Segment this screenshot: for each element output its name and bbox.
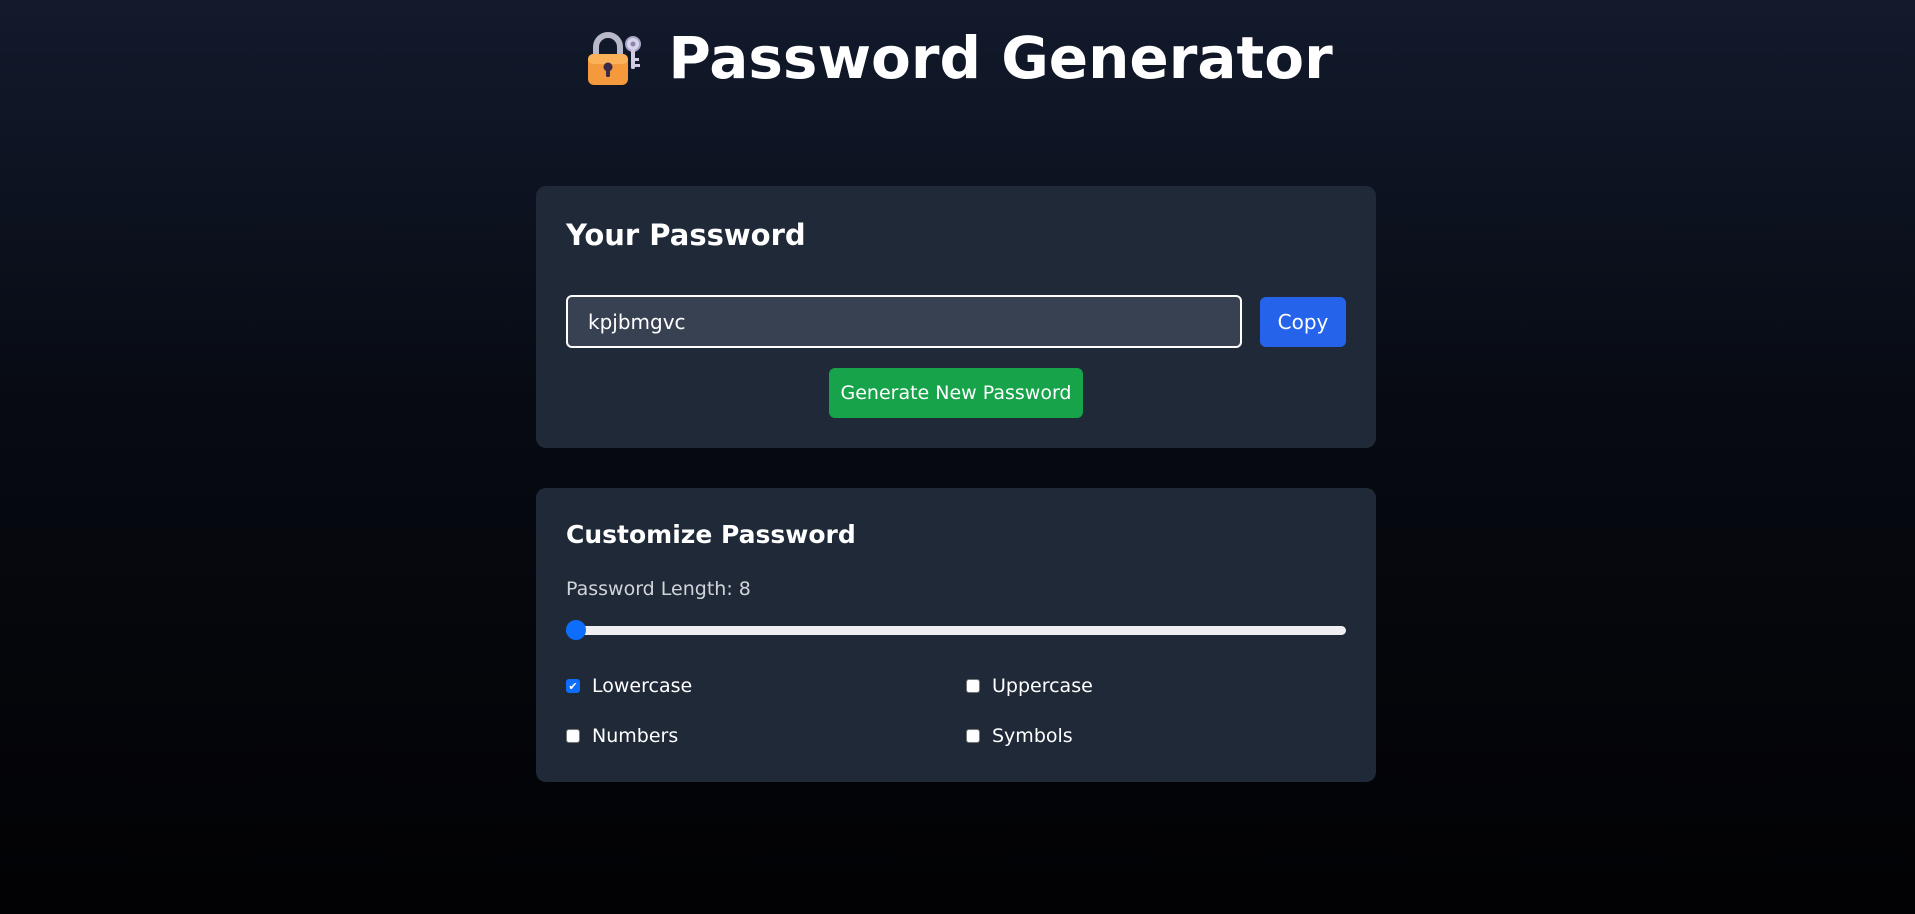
- lock-with-key-icon: [582, 27, 644, 89]
- page-header: Password Generator: [0, 22, 1915, 94]
- option-label: Lowercase: [592, 675, 693, 697]
- generate-password-button[interactable]: Generate New Password: [829, 368, 1083, 418]
- password-card: Your Password Copy Generate New Password: [536, 186, 1376, 448]
- customize-card-heading: Customize Password: [566, 520, 856, 549]
- option-label: Numbers: [592, 725, 679, 747]
- symbols-checkbox[interactable]: [966, 729, 980, 743]
- slider-track: [566, 626, 1346, 635]
- password-output-field[interactable]: [566, 295, 1242, 348]
- option-numbers[interactable]: Numbers: [566, 725, 678, 747]
- password-length-label: Password Length: 8: [566, 578, 751, 600]
- lowercase-checkbox[interactable]: ✔: [566, 679, 580, 693]
- page-title: Password Generator: [668, 24, 1333, 92]
- option-label: Symbols: [992, 725, 1073, 747]
- password-card-heading: Your Password: [566, 218, 806, 252]
- option-uppercase[interactable]: Uppercase: [966, 675, 1093, 697]
- password-length-slider[interactable]: [566, 619, 1346, 641]
- uppercase-checkbox[interactable]: [966, 679, 980, 693]
- option-label: Uppercase: [992, 675, 1093, 697]
- option-symbols[interactable]: Symbols: [966, 725, 1073, 747]
- slider-thumb[interactable]: [566, 620, 586, 640]
- copy-button[interactable]: Copy: [1260, 297, 1346, 347]
- numbers-checkbox[interactable]: [566, 729, 580, 743]
- option-lowercase[interactable]: ✔ Lowercase: [566, 675, 692, 697]
- customize-card: Customize Password Password Length: 8 ✔ …: [536, 488, 1376, 782]
